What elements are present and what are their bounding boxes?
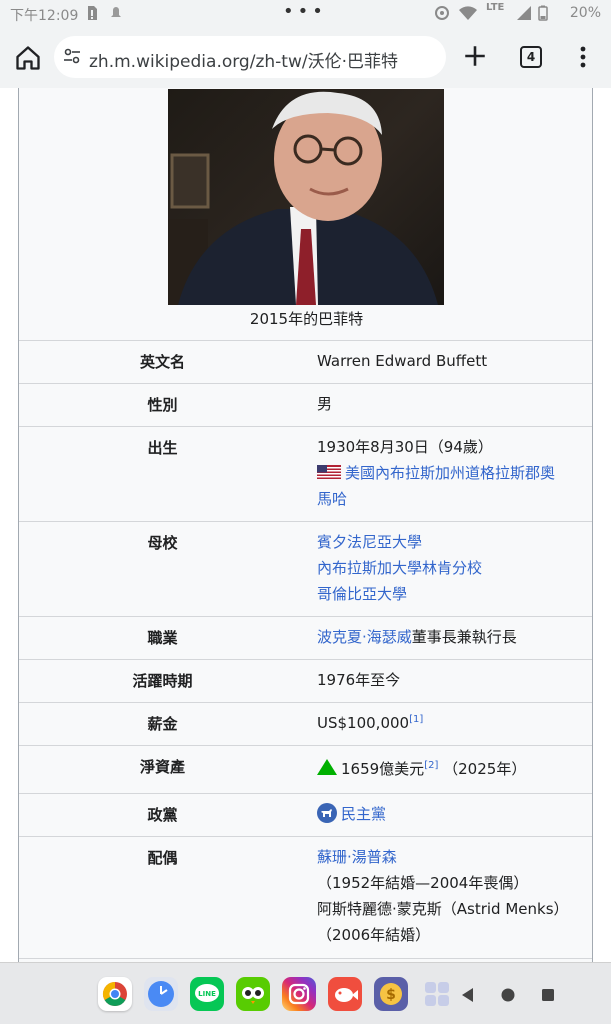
row-label: 母校 xyxy=(147,534,178,552)
sync-icon xyxy=(435,6,449,20)
infobox: 2015年的巴菲特 英文名 Warren Edward Buffett 性別 男… xyxy=(18,88,593,962)
wifi-icon xyxy=(459,6,477,20)
lte-indicator: LTE xyxy=(486,2,505,13)
row-label: 配偶 xyxy=(147,849,178,867)
row-net-worth: 淨資產 1659億美元[2] （2025年） xyxy=(19,745,592,793)
net-worth-amount: 1659億美元 xyxy=(341,760,425,778)
reference-link[interactable]: [2] xyxy=(424,760,438,771)
row-label: 職業 xyxy=(147,629,178,647)
company-link[interactable]: 波克夏·海瑟威 xyxy=(317,628,412,646)
svg-text:LINE: LINE xyxy=(198,990,216,998)
row-label: 活躍時期 xyxy=(132,672,193,690)
party-link[interactable]: 民主黨 xyxy=(341,805,386,823)
spouse-link[interactable]: 蘇珊·湯普森 xyxy=(317,844,587,870)
row-gender: 性別 男 xyxy=(19,383,592,426)
row-label: 出生 xyxy=(147,439,178,457)
svg-text:$: $ xyxy=(386,987,396,1003)
row-spouse: 配偶 蘇珊·湯普森 （1952年結婚—2004年喪偶） 阿斯特麗德·蒙克斯（As… xyxy=(19,836,592,958)
instagram-icon[interactable] xyxy=(282,977,316,1011)
increase-arrow-icon xyxy=(317,759,337,775)
sim-card-icon xyxy=(88,6,97,20)
salary-value: US$100,000[1] xyxy=(317,710,587,736)
birth-place[interactable]: 美國內布拉斯加州道格拉斯郡奧 xyxy=(317,460,587,486)
row-value: Warren Edward Buffett xyxy=(317,352,488,370)
notification-icon xyxy=(111,7,121,17)
browser-toolbar: zh.m.wikipedia.org/zh-tw/沃伦·巴菲特 4 xyxy=(0,28,611,88)
fish-app-icon[interactable] xyxy=(328,977,362,1011)
spouse-dates: （2006年結婚） xyxy=(317,926,431,944)
coin-app-icon[interactable]: $ xyxy=(374,977,408,1011)
us-flag-icon xyxy=(317,465,341,479)
salary-amount: US$100,000 xyxy=(317,714,410,732)
portrait-image[interactable] xyxy=(168,89,444,305)
row-value: 男 xyxy=(317,395,333,413)
battery-icon xyxy=(538,5,548,21)
app-dock: LINE $ xyxy=(0,962,611,1024)
row-label: 政黨 xyxy=(147,806,178,824)
spouse-list: 蘇珊·湯普森 （1952年結婚—2004年喪偶） 阿斯特麗德·蒙克斯（Astri… xyxy=(317,844,587,948)
tab-switcher-button[interactable]: 4 xyxy=(520,46,542,68)
row-party: 政黨 民主黨 xyxy=(19,793,592,836)
row-salary: 薪金 US$100,000[1] xyxy=(19,702,592,745)
clock-icon[interactable] xyxy=(144,977,178,1011)
home-icon[interactable] xyxy=(14,44,42,72)
line-icon[interactable]: LINE xyxy=(190,977,224,1011)
spouse-name: 阿斯特麗德·蒙克斯（Astrid Menks） xyxy=(317,900,569,918)
alma-mater-list: 賓夕法尼亞大學 內布拉斯加大學林肯分校 哥倫比亞大學 xyxy=(317,529,587,607)
row-english-name: 英文名 Warren Edward Buffett xyxy=(19,340,592,383)
site-settings-icon[interactable] xyxy=(62,46,82,66)
party-value: 民主黨 xyxy=(317,801,587,827)
back-icon[interactable] xyxy=(460,987,474,1003)
more-menu-icon[interactable] xyxy=(576,45,590,69)
row-born: 出生 1930年8月30日（94歲） 美國內布拉斯加州道格拉斯郡奧 馬哈 xyxy=(19,426,592,521)
row-alma-mater: 母校 賓夕法尼亞大學 內布拉斯加大學林肯分校 哥倫比亞大學 xyxy=(19,521,592,616)
spouse-dates: （1952年結婚—2004年喪偶） xyxy=(317,874,529,892)
battery-percent: 20% xyxy=(569,5,601,21)
url-text[interactable]: zh.m.wikipedia.org/zh-tw/沃伦·巴菲特 xyxy=(89,47,398,72)
camera-dots: ••• xyxy=(283,1,327,22)
row-active-years: 活躍時期 1976年至今 xyxy=(19,659,592,702)
signal-icon xyxy=(517,6,531,20)
status-time: 下午12:09 xyxy=(10,8,79,24)
row-label: 淨資產 xyxy=(139,758,185,776)
portrait-illustration xyxy=(168,91,438,305)
net-worth-value: 1659億美元[2] （2025年） xyxy=(317,756,587,782)
address-bar[interactable]: zh.m.wikipedia.org/zh-tw/沃伦·巴菲特 xyxy=(54,36,446,78)
page-content: 2015年的巴菲特 英文名 Warren Edward Buffett 性別 男… xyxy=(0,88,611,962)
app-drawer-icon[interactable] xyxy=(420,977,454,1011)
school-link[interactable]: 哥倫比亞大學 xyxy=(317,581,587,607)
image-caption: 2015年的巴菲特 xyxy=(249,310,364,328)
new-tab-icon[interactable] xyxy=(462,43,488,69)
birth-place-link[interactable]: 美國內布拉斯加州道格拉斯郡奧 xyxy=(345,464,555,482)
row-label: 薪金 xyxy=(147,715,178,733)
school-link[interactable]: 內布拉斯加大學林肯分校 xyxy=(317,555,587,581)
home-nav-icon[interactable] xyxy=(500,987,516,1003)
recents-icon[interactable] xyxy=(540,987,556,1003)
occupation-text: 董事長兼執行長 xyxy=(411,628,517,646)
birth-date: 1930年8月30日（94歲） xyxy=(317,438,493,456)
democratic-party-icon xyxy=(317,803,337,823)
birth-place-link-cont[interactable]: 馬哈 xyxy=(317,486,587,512)
status-bar: 下午12:09 ••• LTE 20% xyxy=(0,0,611,28)
row-value: 1976年至今 xyxy=(317,671,401,689)
row-label: 性別 xyxy=(147,396,178,414)
net-worth-year: （2025年） xyxy=(443,760,527,778)
duolingo-icon[interactable] xyxy=(236,977,270,1011)
row-label: 英文名 xyxy=(139,353,185,371)
reference-link[interactable]: [1] xyxy=(409,714,423,725)
born-value: 1930年8月30日（94歲） 美國內布拉斯加州道格拉斯郡奧 馬哈 xyxy=(317,434,587,512)
row-occupation: 職業 波克夏·海瑟威董事長兼執行長 xyxy=(19,616,592,659)
school-link[interactable]: 賓夕法尼亞大學 xyxy=(317,529,587,555)
chrome-icon[interactable] xyxy=(98,977,132,1011)
occupation-value: 波克夏·海瑟威董事長兼執行長 xyxy=(317,624,587,650)
